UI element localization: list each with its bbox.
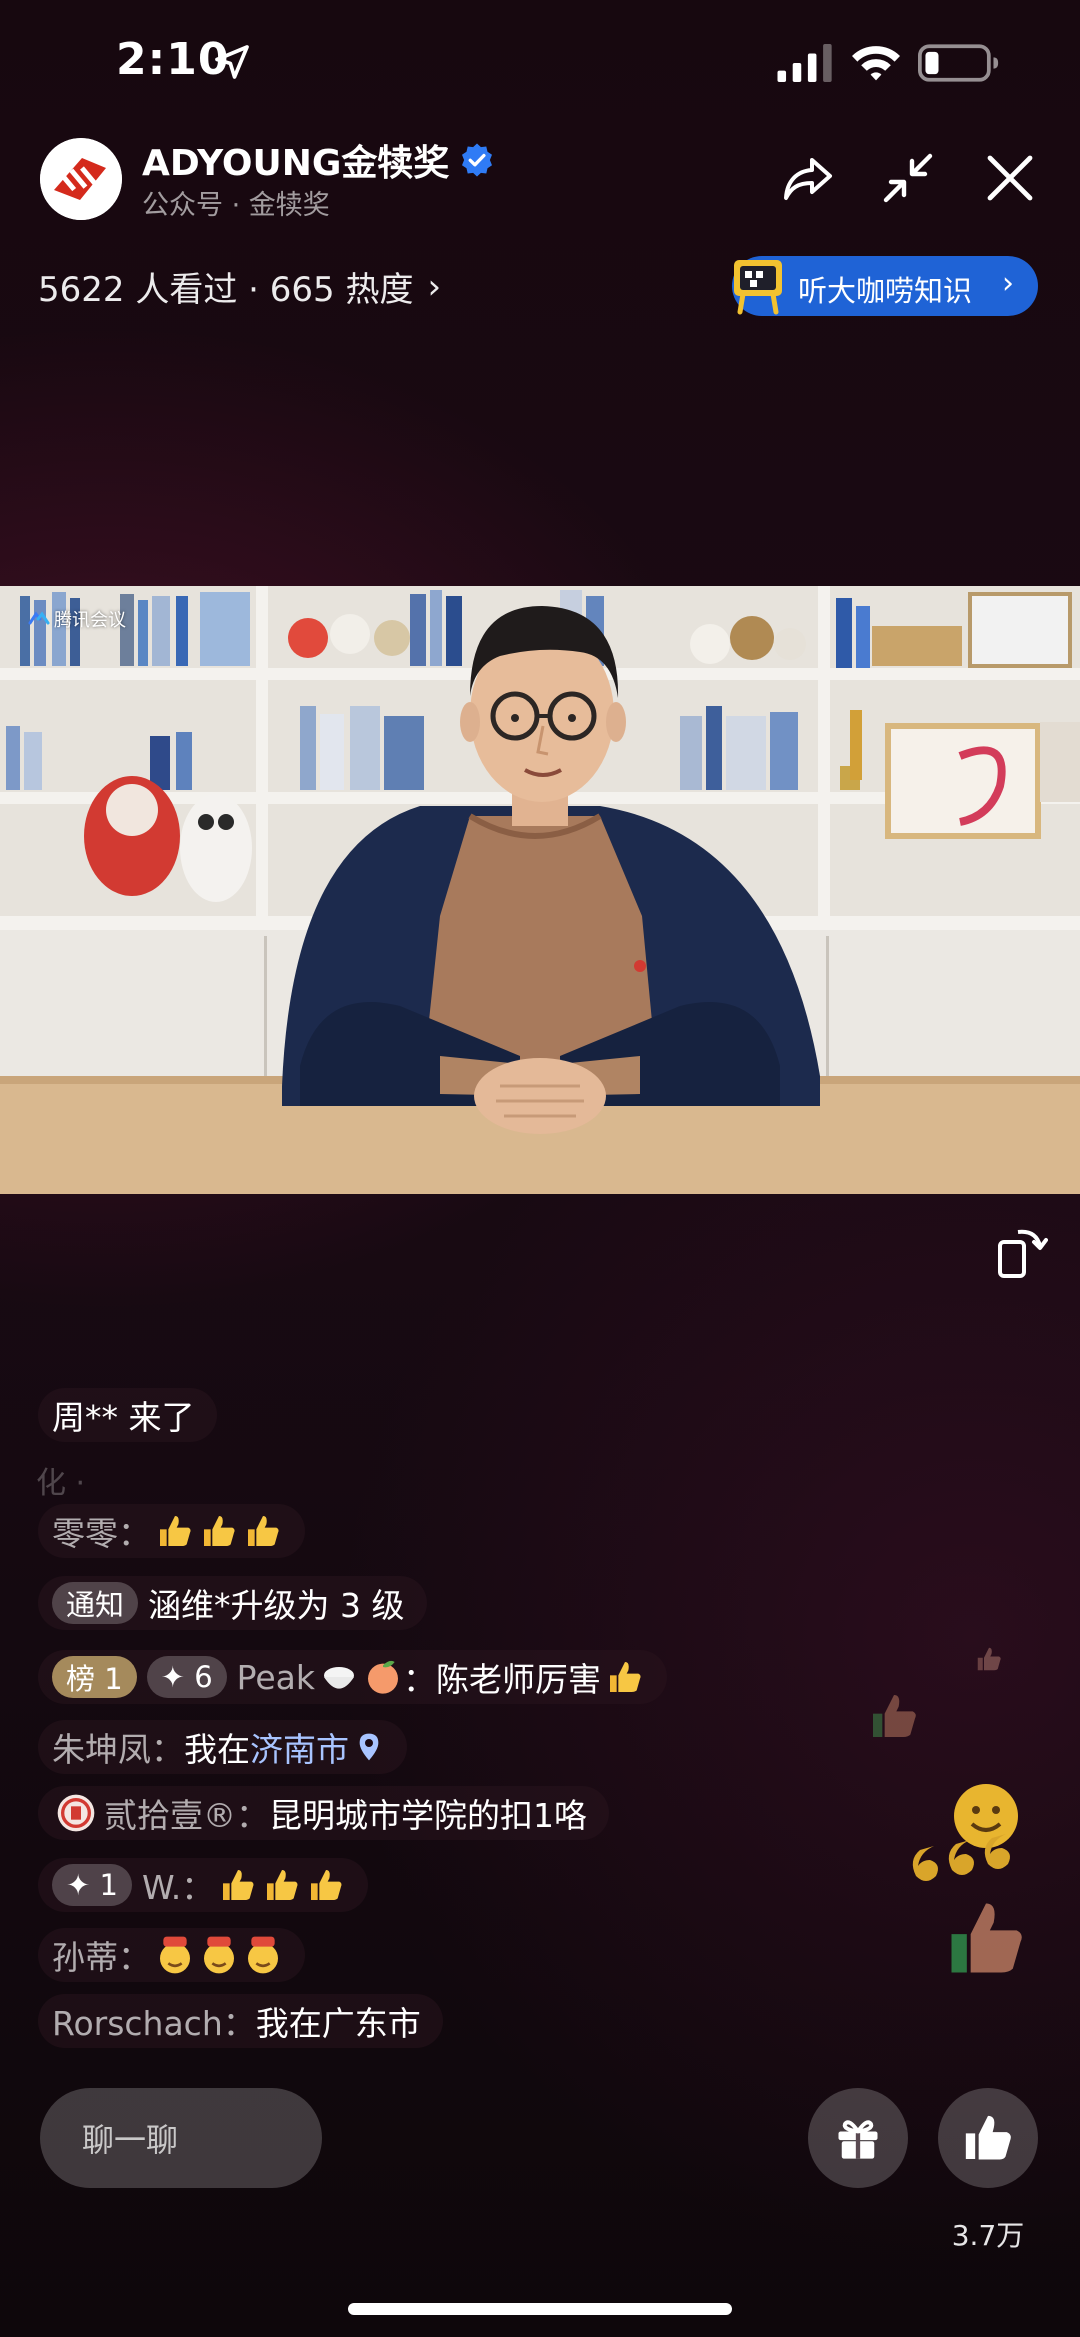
- 666-face-emoji-icon: [248, 1936, 278, 1974]
- chat-input-placeholder: 聊一聊: [82, 2121, 179, 2159]
- chat-message: 榜 1 ✦ 6 Peak ：陈老师厉害: [38, 1650, 667, 1704]
- message-user: 孙蒂：: [52, 1938, 151, 1977]
- close-icon[interactable]: [982, 150, 1038, 206]
- rank-badge: 榜 1: [52, 1656, 137, 1698]
- battery-icon: [918, 44, 999, 82]
- chat-message: 孙蒂：: [38, 1928, 305, 1982]
- wifi-icon: [852, 46, 900, 81]
- thumbs-up-emoji-icon: [311, 1870, 342, 1900]
- level-badge: ✦ 6: [146, 1656, 227, 1698]
- notice-badge: 通知: [52, 1582, 139, 1624]
- chat-message: ✦ 1 W.：: [38, 1858, 369, 1912]
- faded-message: 化 ·: [36, 1466, 86, 1501]
- thumbs-up-icon: [965, 2115, 1011, 2160]
- floating-thumbs-up-icon: [951, 1903, 1022, 1973]
- chat-message: 朱坤凤： 我在 济南市: [38, 1720, 407, 1774]
- share-icon[interactable]: [780, 150, 836, 206]
- message-user: 零零：: [52, 1514, 151, 1553]
- like-count: 3.7万: [951, 2219, 1025, 2252]
- like-button[interactable]: [938, 2088, 1038, 2188]
- message-user: Peak: [236, 1657, 315, 1697]
- rice-bowl-emoji-icon: [324, 1667, 354, 1689]
- message-text: 昆明城市学院的扣1咯: [269, 1796, 587, 1835]
- floating-thumbs-up-icon: [873, 1695, 916, 1737]
- map-pin-icon: [359, 1733, 379, 1761]
- chat-message: Rorschach： 我在广东市: [38, 1994, 443, 2048]
- promo-label: 听大咖唠知识: [798, 274, 973, 308]
- location-link[interactable]: 济南市: [250, 1723, 349, 1771]
- message-user: W.：: [141, 1868, 215, 1907]
- thumbs-up-emoji-icon: [204, 1516, 235, 1546]
- minimize-icon[interactable]: [880, 150, 936, 206]
- meeting-tag-text: 腾讯会议: [54, 610, 126, 631]
- chat-message: 贰拾壹®： 昆明城市学院的扣1咯: [38, 1786, 609, 1840]
- location-arrow-icon: [215, 45, 249, 79]
- thumbs-up-emoji-icon: [248, 1516, 279, 1546]
- thumbs-up-emoji-icon: [610, 1662, 641, 1692]
- message-text: 我在广东市: [255, 2004, 421, 2043]
- message-text: 涵维*升级为 3 级: [148, 1586, 405, 1625]
- home-indicator[interactable]: [348, 2303, 732, 2315]
- level-badge: ✦ 1: [52, 1864, 132, 1906]
- easel-board-icon: [734, 260, 782, 315]
- 666-face-emoji-icon: [160, 1936, 190, 1974]
- peach-emoji-icon: [368, 1660, 398, 1694]
- channel-subtitle: 公众号 · 金犊奖: [142, 190, 330, 221]
- floating-thumbs-up-icon: [977, 1647, 1001, 1671]
- live-video[interactable]: 腾讯会议: [0, 586, 1080, 1194]
- message-user: 贰拾壹®：: [104, 1796, 269, 1835]
- message-user: 朱坤凤：: [52, 1730, 184, 1769]
- view-stats-text: 5622 人看过 · 665 热度: [38, 270, 414, 310]
- gift-icon: [838, 2120, 878, 2159]
- verified-badge-icon: [462, 143, 493, 177]
- message-user: Rorschach：: [52, 2004, 256, 2043]
- gift-button[interactable]: [808, 2088, 908, 2188]
- signal-icon: [777, 44, 832, 82]
- meeting-tag: 腾讯会议: [28, 606, 126, 632]
- video-frame: [0, 586, 1080, 1194]
- rotate-screen-icon[interactable]: [996, 1224, 1048, 1280]
- chat-message: 零零：: [38, 1504, 305, 1558]
- chat-message-join: 周** 来了: [38, 1388, 217, 1442]
- thumbs-up-emoji-icon: [223, 1870, 254, 1900]
- floating-666-emoji-icon: [912, 1784, 1018, 1881]
- stamp-badge-icon: [57, 1794, 95, 1832]
- 666-face-emoji-icon: [204, 1936, 234, 1974]
- channel-name[interactable]: ADYOUNG金犊奖: [142, 134, 495, 186]
- message-text: 周** 来了: [52, 1398, 195, 1437]
- chat-input[interactable]: 聊一聊: [40, 2088, 322, 2188]
- thumbs-up-emoji-icon: [160, 1516, 191, 1546]
- view-stats[interactable]: 5622 人看过 · 665 热度 ›: [38, 262, 441, 311]
- promo-button[interactable]: 听大咖唠知识 ›: [732, 256, 1038, 316]
- adyoung-logo-icon: [40, 138, 122, 220]
- message-text: ：陈老师厉害: [403, 1660, 601, 1699]
- chevron-right-icon: ›: [427, 266, 442, 307]
- chat-message-notice: 通知 涵维*升级为 3 级: [38, 1576, 427, 1630]
- tencent-meeting-icon: [28, 611, 50, 625]
- channel-name-text: ADYOUNG金犊奖: [142, 143, 450, 184]
- message-text: 我在: [184, 1730, 250, 1769]
- thumbs-up-emoji-icon: [267, 1870, 298, 1900]
- chevron-right-icon: ›: [1002, 266, 1014, 301]
- channel-avatar[interactable]: [40, 138, 122, 220]
- status-bar: 2:10: [0, 0, 1080, 120]
